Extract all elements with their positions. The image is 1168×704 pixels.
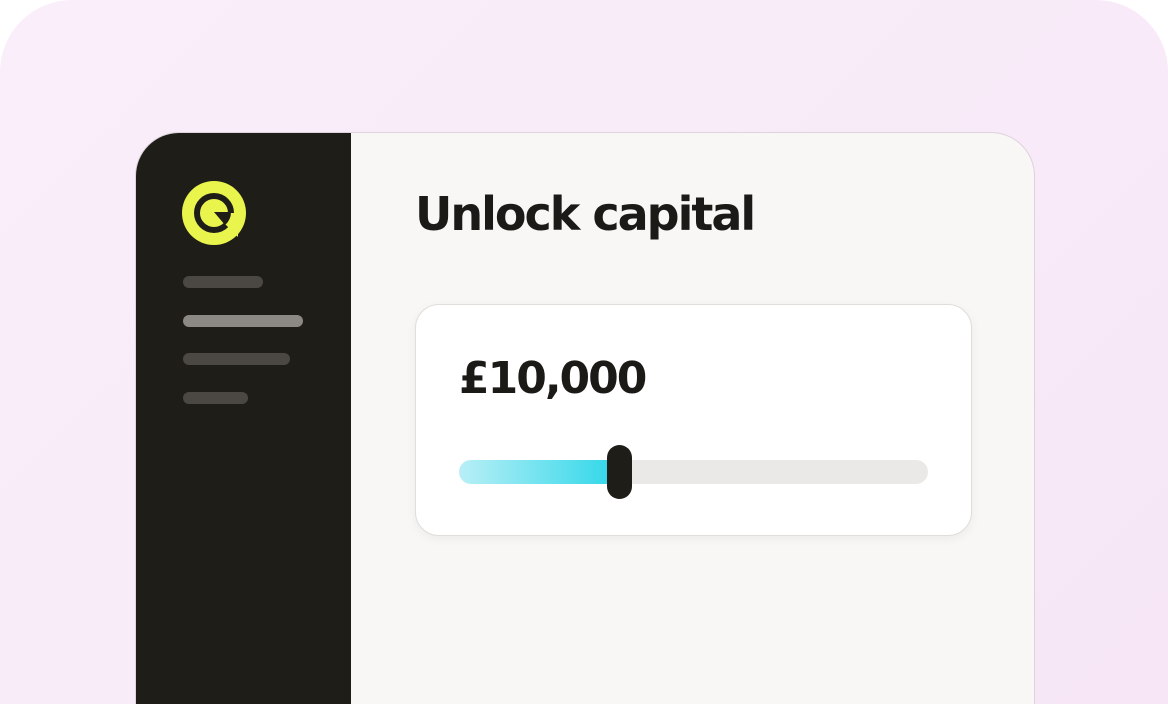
slider-track[interactable]: [459, 460, 928, 484]
slider-fill: [459, 460, 609, 484]
page-backdrop: Unlock capital £10,000: [0, 0, 1168, 704]
slider-thumb[interactable]: [607, 445, 632, 499]
capital-card: £10,000: [415, 304, 972, 536]
page-title: Unlock capital: [415, 187, 756, 241]
sidebar-item-2-active[interactable]: [183, 315, 303, 327]
sidebar-item-4[interactable]: [183, 392, 248, 404]
amount-value: £10,000: [459, 353, 647, 404]
main-content: Unlock capital £10,000: [351, 133, 1034, 704]
sidebar: [136, 133, 351, 704]
g-logo-icon[interactable]: [182, 181, 246, 245]
sidebar-item-3[interactable]: [183, 353, 290, 365]
sidebar-item-1[interactable]: [183, 276, 263, 288]
app-window: Unlock capital £10,000: [135, 132, 1035, 704]
